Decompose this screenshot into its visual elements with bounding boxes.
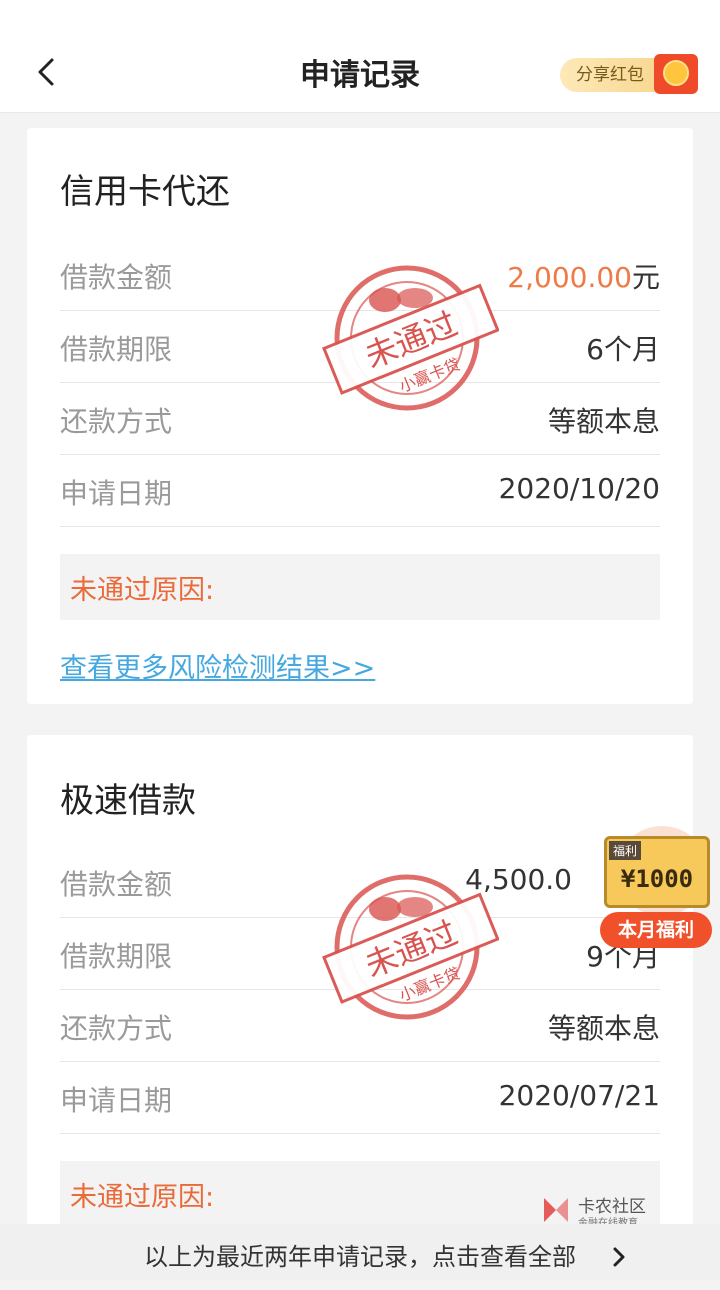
card-title: 信用卡代还 — [60, 172, 230, 212]
amount-value: 2,000.00 — [507, 261, 632, 294]
repayment-method-row: 还款方式 等额本息 — [60, 382, 660, 455]
application-card: 信用卡代还 借款金额 2,000.00元 借款期限 6个月 还款方式 等额本息 … — [27, 128, 693, 704]
apply-date-row: 申请日期 2020/10/20 — [60, 454, 660, 527]
view-all-records-bar[interactable]: 以上为最近两年申请记录，点击查看全部 — [0, 1224, 720, 1280]
loan-term-row: 借款期限 6个月 — [60, 310, 660, 383]
card-title: 极速借款 — [60, 781, 196, 821]
row-value: 2020/10/20 — [498, 472, 660, 505]
row-label: 还款方式 — [60, 1012, 173, 1045]
coin-icon — [663, 60, 689, 86]
row-label: 申请日期 — [60, 477, 173, 510]
row-label: 还款方式 — [60, 405, 173, 438]
row-value: 2020/07/21 — [498, 1079, 660, 1112]
top-nav-bar: 申请记录 分享红包 — [0, 0, 720, 113]
row-label: 申请日期 — [60, 1084, 173, 1117]
apply-date-row: 申请日期 2020/07/21 — [60, 1061, 660, 1134]
rejection-reason-box: 未通过原因: — [60, 554, 660, 620]
rejection-reason-label: 未通过原因: — [70, 1182, 215, 1213]
row-label: 借款期限 — [60, 940, 173, 973]
red-packet-icon — [654, 54, 698, 94]
monthly-bonus-button[interactable]: 本月福利 — [600, 912, 712, 948]
bonus-ticket: 福利 ¥1000 — [604, 836, 710, 908]
chevron-right-icon — [613, 1247, 625, 1267]
row-label: 借款金额 — [60, 261, 173, 294]
loan-amount-row: 借款金额 4,500.0 — [60, 845, 660, 918]
repayment-method-row: 还款方式 等额本息 — [60, 989, 660, 1062]
loan-term-row: 借款期限 9个月 — [60, 917, 660, 990]
monthly-bonus-widget[interactable]: 福利 ¥1000 本月福利 — [596, 826, 720, 956]
bonus-tag: 福利 — [609, 841, 642, 860]
row-value: 2,000.00元 — [507, 256, 660, 296]
view-all-records-text: 以上为最近两年申请记录，点击查看全部 — [144, 1243, 576, 1271]
kanong-logo-icon — [544, 1198, 568, 1222]
more-risk-results-link[interactable]: 查看更多风险检测结果>> — [60, 646, 375, 685]
row-value: 等额本息 — [547, 405, 660, 438]
row-value: 等额本息 — [547, 1012, 660, 1045]
amount-value: 4,500.0 — [465, 863, 572, 896]
amount-unit: 元 — [631, 261, 660, 294]
row-label: 借款期限 — [60, 333, 173, 366]
row-label: 借款金额 — [60, 868, 173, 901]
kanong-watermark: 卡农社区 金融在线教育 — [540, 1192, 670, 1229]
row-value: 6个月 — [586, 333, 660, 366]
loan-amount-row: 借款金额 2,000.00元 — [60, 238, 660, 311]
rejection-reason-label: 未通过原因: — [70, 575, 215, 606]
bonus-amount: ¥1000 — [620, 865, 694, 893]
application-card: 极速借款 借款金额 4,500.0 借款期限 9个月 还款方式 等额本息 申请日… — [27, 735, 693, 1235]
share-red-packet-button[interactable]: 分享红包 — [560, 54, 700, 94]
